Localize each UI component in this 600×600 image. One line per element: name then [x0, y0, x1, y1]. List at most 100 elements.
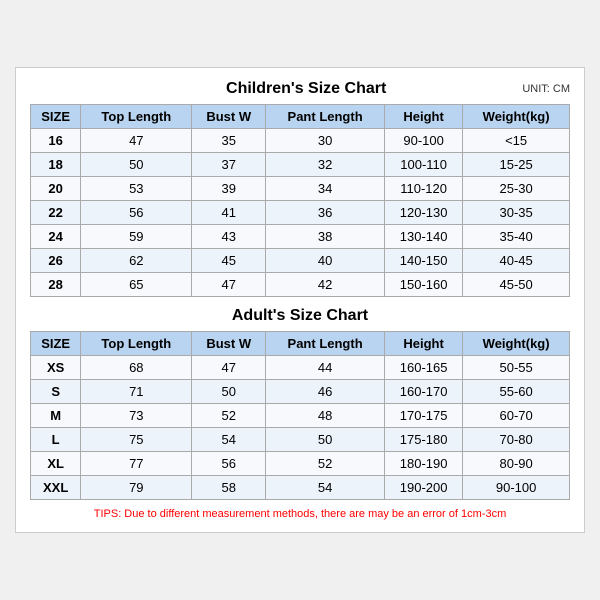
- table-cell: 48: [266, 404, 385, 428]
- table-cell: 52: [192, 404, 266, 428]
- table-cell: 18: [31, 153, 81, 177]
- table-cell: 55-60: [463, 380, 570, 404]
- table-cell: 54: [192, 428, 266, 452]
- tips-text: TIPS: Due to different measurement metho…: [30, 508, 570, 520]
- table-cell: L: [31, 428, 81, 452]
- adult-col-bust-w: Bust W: [192, 332, 266, 356]
- table-cell: XXL: [31, 476, 81, 500]
- table-cell: 110-120: [385, 177, 463, 201]
- table-cell: 90-100: [385, 129, 463, 153]
- table-cell: 73: [81, 404, 192, 428]
- table-row: 26624540140-15040-45: [31, 249, 570, 273]
- children-col-size: SIZE: [31, 105, 81, 129]
- children-table-header-row: SIZE Top Length Bust W Pant Length Heigh…: [31, 105, 570, 129]
- children-col-height: Height: [385, 105, 463, 129]
- table-cell: 47: [192, 356, 266, 380]
- table-cell: 44: [266, 356, 385, 380]
- table-cell: 35-40: [463, 225, 570, 249]
- table-cell: 50: [192, 380, 266, 404]
- table-cell: 30-35: [463, 201, 570, 225]
- table-row: L755450175-18070-80: [31, 428, 570, 452]
- table-cell: 43: [192, 225, 266, 249]
- table-cell: 30: [266, 129, 385, 153]
- table-cell: 75: [81, 428, 192, 452]
- table-cell: 50: [81, 153, 192, 177]
- table-cell: 50-55: [463, 356, 570, 380]
- table-cell: 40: [266, 249, 385, 273]
- table-cell: 100-110: [385, 153, 463, 177]
- table-cell: 20: [31, 177, 81, 201]
- table-cell: 79: [81, 476, 192, 500]
- adult-size-table: SIZE Top Length Bust W Pant Length Heigh…: [30, 331, 570, 500]
- table-cell: 130-140: [385, 225, 463, 249]
- table-row: 22564136120-13030-35: [31, 201, 570, 225]
- table-cell: 140-150: [385, 249, 463, 273]
- children-col-bust-w: Bust W: [192, 105, 266, 129]
- table-cell: 46: [266, 380, 385, 404]
- table-cell: 53: [81, 177, 192, 201]
- table-cell: 42: [266, 273, 385, 297]
- table-cell: 65: [81, 273, 192, 297]
- adult-title-row: Adult's Size Chart: [30, 307, 570, 325]
- table-cell: 28: [31, 273, 81, 297]
- children-unit-label: UNIT: CM: [522, 83, 570, 95]
- table-cell: 41: [192, 201, 266, 225]
- table-cell: 22: [31, 201, 81, 225]
- children-col-pant-length: Pant Length: [266, 105, 385, 129]
- table-cell: 50: [266, 428, 385, 452]
- table-cell: 24: [31, 225, 81, 249]
- adult-col-top-length: Top Length: [81, 332, 192, 356]
- table-cell: 45: [192, 249, 266, 273]
- table-cell: 59: [81, 225, 192, 249]
- table-cell: 16: [31, 129, 81, 153]
- table-row: 1647353090-100<15: [31, 129, 570, 153]
- table-cell: XS: [31, 356, 81, 380]
- table-cell: 56: [192, 452, 266, 476]
- table-cell: 80-90: [463, 452, 570, 476]
- table-cell: 40-45: [463, 249, 570, 273]
- table-row: XL775652180-19080-90: [31, 452, 570, 476]
- children-col-top-length: Top Length: [81, 105, 192, 129]
- table-cell: 35: [192, 129, 266, 153]
- table-cell: <15: [463, 129, 570, 153]
- table-cell: 54: [266, 476, 385, 500]
- table-row: S715046160-17055-60: [31, 380, 570, 404]
- table-cell: 45-50: [463, 273, 570, 297]
- table-cell: 60-70: [463, 404, 570, 428]
- chart-container: Children's Size Chart UNIT: CM SIZE Top …: [15, 67, 585, 533]
- table-row: XXL795854190-20090-100: [31, 476, 570, 500]
- table-cell: 38: [266, 225, 385, 249]
- adult-chart-title: Adult's Size Chart: [30, 307, 570, 325]
- table-cell: 90-100: [463, 476, 570, 500]
- children-title-row: Children's Size Chart UNIT: CM: [30, 80, 570, 98]
- table-row: 24594338130-14035-40: [31, 225, 570, 249]
- children-col-weight: Weight(kg): [463, 105, 570, 129]
- table-row: 18503732100-11015-25: [31, 153, 570, 177]
- table-cell: 58: [192, 476, 266, 500]
- adult-col-pant-length: Pant Length: [266, 332, 385, 356]
- table-cell: 52: [266, 452, 385, 476]
- table-cell: 39: [192, 177, 266, 201]
- table-row: 20533934110-12025-30: [31, 177, 570, 201]
- table-cell: 37: [192, 153, 266, 177]
- table-cell: 68: [81, 356, 192, 380]
- table-cell: 15-25: [463, 153, 570, 177]
- adult-col-height: Height: [385, 332, 463, 356]
- table-cell: 170-175: [385, 404, 463, 428]
- table-row: M735248170-17560-70: [31, 404, 570, 428]
- adult-col-size: SIZE: [31, 332, 81, 356]
- adult-table-header-row: SIZE Top Length Bust W Pant Length Heigh…: [31, 332, 570, 356]
- adult-col-weight: Weight(kg): [463, 332, 570, 356]
- table-row: XS684744160-16550-55: [31, 356, 570, 380]
- table-cell: 160-165: [385, 356, 463, 380]
- table-cell: 71: [81, 380, 192, 404]
- table-cell: 47: [192, 273, 266, 297]
- table-cell: 47: [81, 129, 192, 153]
- table-cell: 175-180: [385, 428, 463, 452]
- table-cell: 150-160: [385, 273, 463, 297]
- table-cell: 25-30: [463, 177, 570, 201]
- table-cell: XL: [31, 452, 81, 476]
- table-cell: 34: [266, 177, 385, 201]
- table-cell: M: [31, 404, 81, 428]
- children-chart-title: Children's Size Chart: [90, 80, 522, 98]
